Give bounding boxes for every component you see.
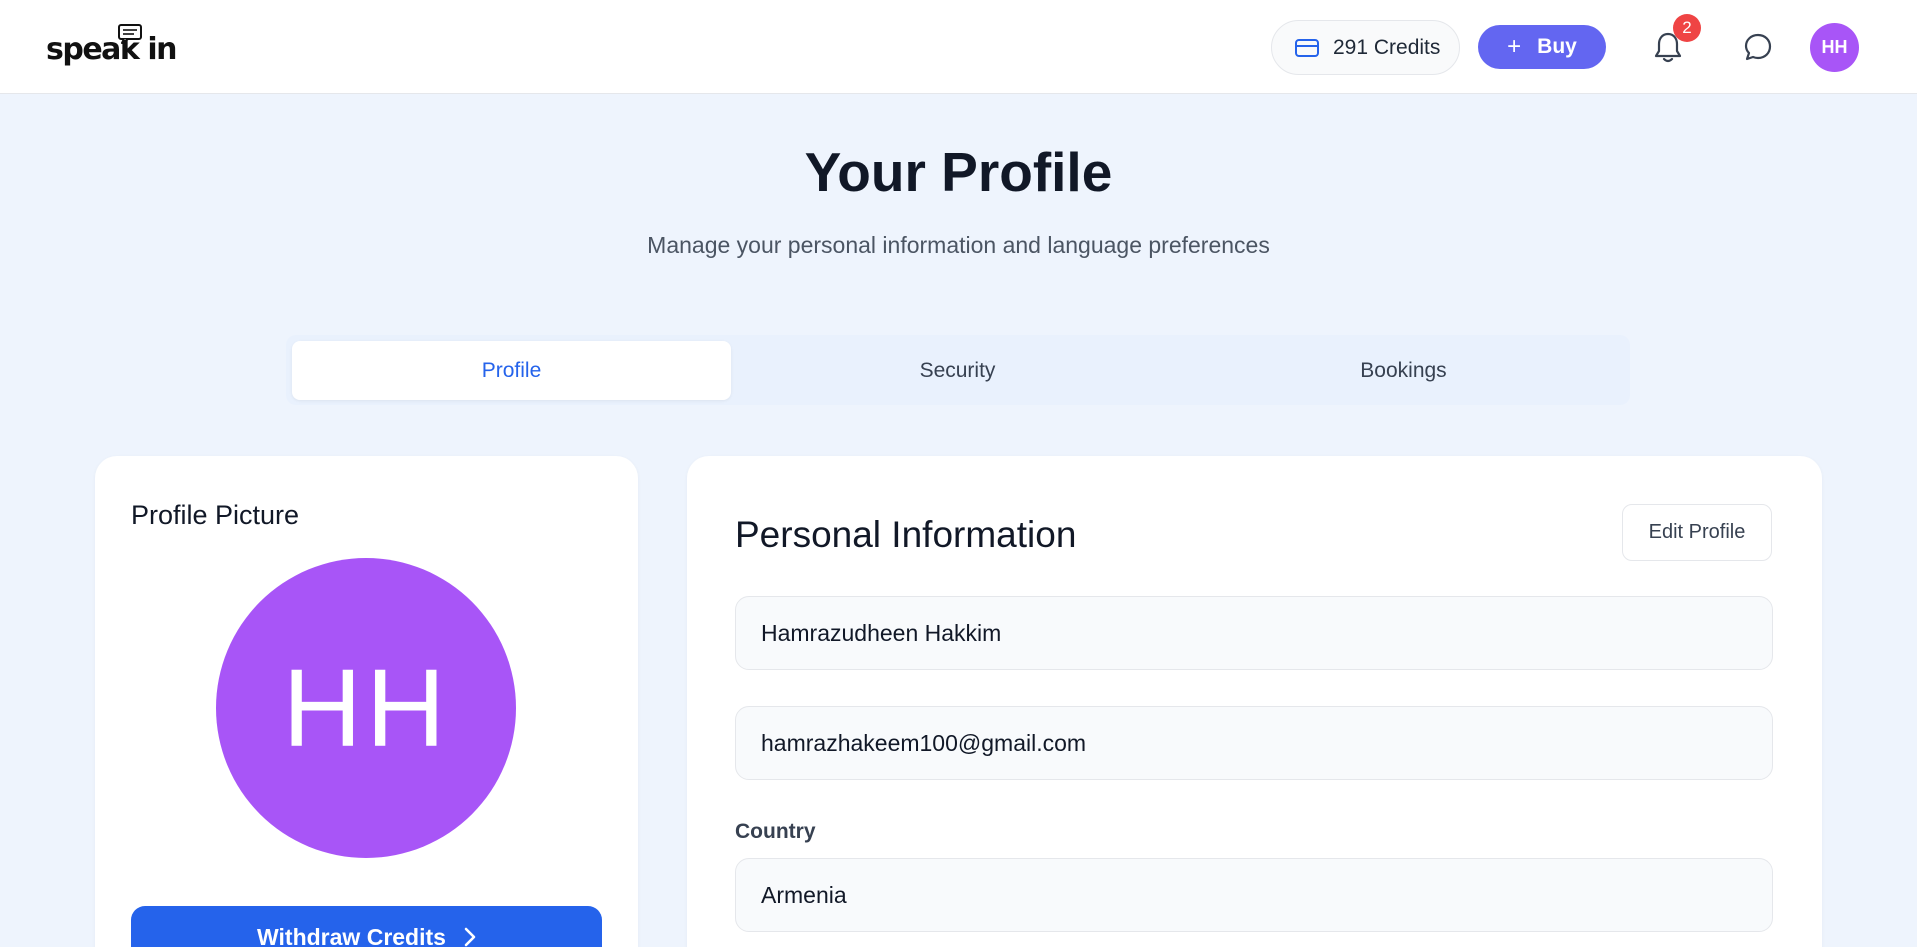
credits-label: 291 Credits	[1333, 35, 1441, 59]
edit-profile-button[interactable]: Edit Profile	[1622, 504, 1772, 561]
personal-information-card: Personal Information Edit Profile Hamraz…	[687, 456, 1822, 947]
page-title: Your Profile	[804, 141, 1113, 203]
chevron-right-icon	[464, 927, 476, 947]
chat-icon[interactable]	[1742, 31, 1774, 63]
personal-information-title: Personal Information	[735, 514, 1077, 555]
withdraw-label: Withdraw Credits	[257, 923, 446, 947]
speech-bubble-icon	[118, 24, 142, 44]
speakin-logo[interactable]: speak in	[46, 24, 177, 68]
tab-bookings[interactable]: Bookings	[1184, 341, 1623, 400]
user-avatar[interactable]: HH	[1810, 23, 1859, 72]
profile-avatar[interactable]: HH	[216, 558, 516, 858]
tab-profile[interactable]: Profile	[292, 341, 731, 400]
credits-balance[interactable]: 291 Credits	[1271, 20, 1460, 75]
profile-picture-title: Profile Picture	[131, 500, 300, 530]
full-name-field[interactable]: Hamrazudheen Hakkim	[735, 596, 1773, 670]
profile-picture-card: Profile Picture HH Withdraw Credits	[95, 456, 638, 947]
top-navbar: speak in 291 Credits + Buy 2 HH	[0, 0, 1917, 94]
buy-credits-button[interactable]: + Buy	[1478, 25, 1606, 69]
notification-badge: 2	[1673, 14, 1701, 42]
plus-icon: +	[1507, 33, 1522, 60]
country-label: Country	[735, 820, 816, 843]
email-field[interactable]: hamrazhakeem100@gmail.com	[735, 706, 1773, 780]
buy-label: Buy	[1537, 35, 1577, 58]
withdraw-credits-button[interactable]: Withdraw Credits	[131, 906, 602, 947]
country-field[interactable]: Armenia	[735, 858, 1773, 932]
tab-security[interactable]: Security	[738, 341, 1177, 400]
profile-tabs: Profile Security Bookings	[286, 335, 1630, 405]
credit-card-icon	[1295, 38, 1319, 57]
logo-text: speak in	[46, 32, 177, 67]
page-subtitle: Manage your personal information and lan…	[647, 232, 1270, 258]
